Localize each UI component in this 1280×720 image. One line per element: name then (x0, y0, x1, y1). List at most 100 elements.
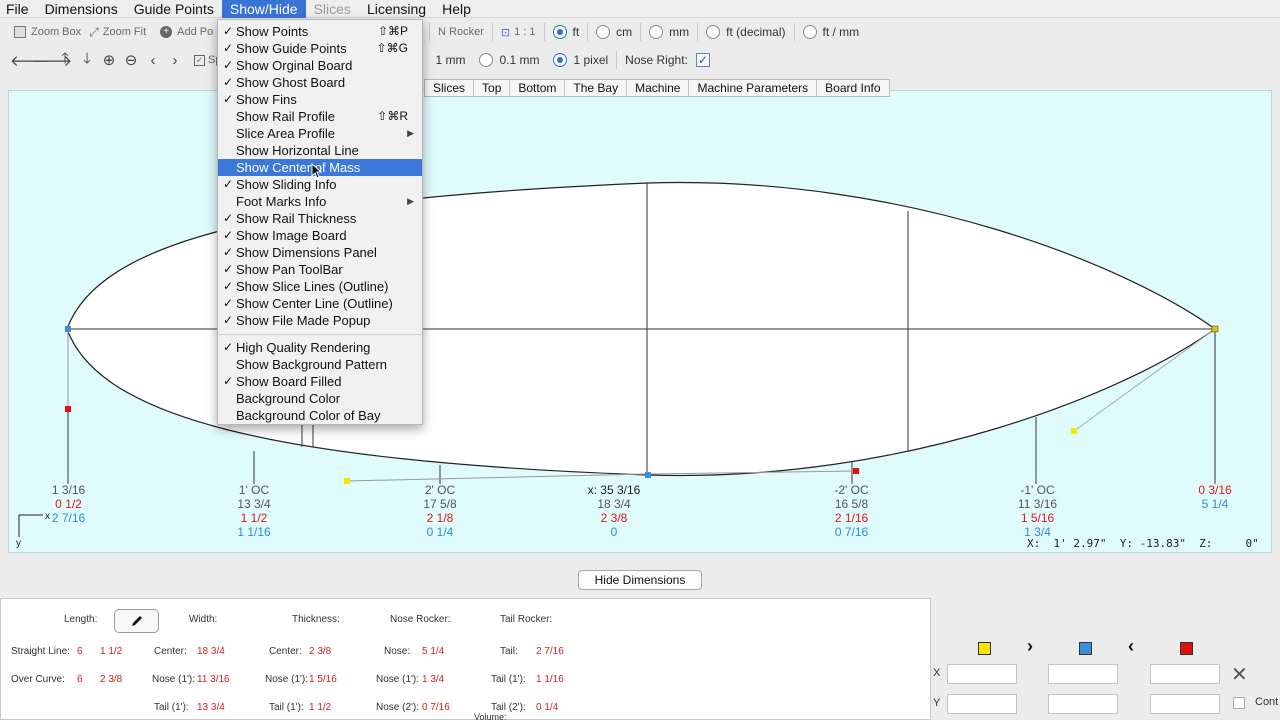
checkmark-icon: ✓ (223, 24, 234, 38)
edit-length-button[interactable] (114, 609, 159, 633)
pan-right-icon[interactable]: 🡒 (32, 51, 72, 70)
radio-selected-icon (552, 25, 567, 39)
measurement-red: 1 1/2 (240, 511, 268, 525)
menu-file[interactable]: File (0, 0, 37, 18)
hide-dimensions-button[interactable]: Hide Dimensions (578, 570, 702, 590)
pan-down-icon[interactable]: 🡓 (76, 48, 98, 73)
pan-left-icon[interactable]: 🡐 (10, 51, 50, 70)
measurement-red: 2 1/16 (834, 511, 869, 525)
menu-item-show-background-pattern[interactable]: Show Background Pattern (218, 356, 422, 373)
straight-line-in: 1 1/2 (100, 646, 123, 657)
unit-ft-radio[interactable]: ft (549, 21, 584, 43)
unit-ft-mm-radio[interactable]: ft / mm (799, 21, 864, 43)
add-point-button[interactable]: + Add Po (156, 21, 217, 43)
menu-item-background-color-of-bay[interactable]: Background Color of Bay (218, 407, 422, 424)
menu-item-foot-marks-info[interactable]: Foot Marks Info ▶ (218, 193, 422, 210)
cont-checkbox[interactable] (1233, 697, 1245, 709)
menu-dimensions[interactable]: Dimensions (37, 0, 126, 18)
zoom-box-button[interactable]: Zoom Box (10, 21, 85, 43)
menu-item-show-guide-points[interactable]: ✓ Show Guide Points ⇧⌘G (218, 40, 422, 57)
unit-cm-radio[interactable]: cm (592, 21, 636, 43)
menu-item-label: Show Board Filled (236, 374, 342, 389)
board-canvas[interactable]: x y 1 3/16 0 1/2 2 7/16 1' OC 13 3/4 1 1… (8, 90, 1272, 553)
menu-slices[interactable]: Slices (306, 0, 359, 18)
checkmark-icon: ✓ (223, 92, 234, 106)
pan-up-icon[interactable]: 🡑 (54, 48, 76, 73)
toolbar-separator (543, 23, 545, 41)
nose-right-checkbox[interactable]: ✓ (692, 49, 714, 71)
measurement-blue: 0 (610, 525, 618, 539)
menu-guide-points[interactable]: Guide Points (126, 0, 222, 18)
tail-rocker-2ft-value: 0 1/4 (536, 702, 559, 713)
menu-show-hide[interactable]: Show/Hide (221, 0, 306, 18)
control-point-yellow[interactable] (344, 478, 350, 484)
menu-item-show-file-made-popup[interactable]: ✓ Show File Made Popup (218, 312, 422, 329)
nose-rocker-2ft-value: 0 7/16 (422, 702, 450, 713)
control-point-red[interactable] (853, 468, 859, 474)
chevron-right-icon[interactable]: › (164, 52, 186, 69)
precision-1mm-radio[interactable]: 1 mm (431, 49, 469, 71)
measurement-width: 17 5/8 (423, 497, 457, 511)
control-point-blue[interactable] (65, 326, 71, 332)
blue-point-icon[interactable] (1079, 642, 1092, 655)
menu-item-show-dimensions-panel[interactable]: ✓ Show Dimensions Panel (218, 244, 422, 261)
tab-machine[interactable]: Machine (627, 80, 690, 96)
menu-item-show-horizontal-line[interactable]: Show Horizontal Line (218, 142, 422, 159)
x-input-3[interactable] (1150, 664, 1220, 684)
menu-item-label: Show Dimensions Panel (236, 245, 377, 260)
control-point-blue[interactable] (645, 472, 651, 478)
precision-0-1mm-radio[interactable]: 0.1 mm (475, 49, 543, 71)
menu-help[interactable]: Help (434, 0, 479, 18)
zoom-out-icon[interactable]: ⊖ (120, 51, 142, 69)
zoom-fit-button[interactable]: ⤢ Zoom Fit (85, 21, 150, 43)
precision-label: 0.1 mm (499, 53, 540, 67)
menu-item-show-orginal-board[interactable]: ✓ Show Orginal Board (218, 57, 422, 74)
menu-item-label: Slice Area Profile (236, 126, 335, 141)
menu-item-show-pan-toolbar[interactable]: ✓ Show Pan ToolBar (218, 261, 422, 278)
close-icon[interactable]: ✕ (1231, 662, 1248, 687)
control-point-red[interactable] (65, 406, 71, 412)
unit-ft-decimal-radio[interactable]: ft (decimal) (702, 21, 789, 43)
tab-the-bay[interactable]: The Bay (565, 80, 628, 96)
menu-item-show-center-line-outline[interactable]: ✓ Show Center Line (Outline) (218, 295, 422, 312)
x-input-2[interactable] (1048, 664, 1118, 684)
menu-shortcut: ⇧⌘G (376, 41, 408, 55)
red-point-icon[interactable] (1180, 642, 1193, 655)
menu-item-show-rail-thickness[interactable]: ✓ Show Rail Thickness (218, 210, 422, 227)
x-input-1[interactable] (947, 664, 1017, 684)
tab-top[interactable]: Top (474, 80, 511, 96)
zoom-fit-label: Zoom Fit (102, 26, 147, 38)
control-point-yellow[interactable] (1211, 325, 1219, 333)
control-point-yellow[interactable] (1071, 428, 1077, 434)
menu-item-show-rail-profile[interactable]: Show Rail Profile ⇧⌘R (218, 108, 422, 125)
menu-item-high-quality-rendering[interactable]: ✓ High Quality Rendering (218, 339, 422, 356)
menu-item-slice-area-profile[interactable]: Slice Area Profile ▶ (218, 125, 422, 142)
y-input-2[interactable] (1048, 694, 1118, 714)
menu-item-show-slice-lines-outline[interactable]: ✓ Show Slice Lines (Outline) (218, 278, 422, 295)
unit-mm-radio[interactable]: mm (645, 21, 693, 43)
nose-rocker-button[interactable]: N Rocker (434, 21, 488, 43)
zoom-in-icon[interactable]: ⊕ (98, 51, 120, 69)
menu-item-show-image-board[interactable]: ✓ Show Image Board (218, 227, 422, 244)
tab-bottom[interactable]: Bottom (510, 80, 566, 96)
menu-item-show-board-filled[interactable]: ✓ Show Board Filled (218, 373, 422, 390)
menu-item-background-color[interactable]: Background Color (218, 390, 422, 407)
menu-item-show-points[interactable]: ✓ Show Points ⇧⌘P (218, 23, 422, 40)
y-input-3[interactable] (1150, 694, 1220, 714)
yellow-point-icon[interactable] (978, 642, 991, 655)
menu-item-show-fins[interactable]: ✓ Show Fins (218, 91, 422, 108)
tab-machine-parameters[interactable]: Machine Parameters (689, 80, 818, 96)
chevron-left-icon[interactable]: ‹ (142, 52, 164, 69)
chevron-left-icon[interactable]: ‹ (1128, 636, 1134, 657)
tab-slices[interactable]: Slices (425, 80, 475, 96)
scale-button[interactable]: ⊡ 1 : 1 (497, 21, 540, 43)
nose-rocker-nose-label: Nose: (384, 646, 411, 657)
y-input-1[interactable] (947, 694, 1017, 714)
tab-board-info[interactable]: Board Info (817, 80, 888, 96)
menu-item-label: Show File Made Popup (236, 313, 371, 328)
precision-1pixel-radio[interactable]: 1 pixel (549, 49, 612, 71)
measurement-width: 18 3/4 (597, 497, 631, 511)
menu-licensing[interactable]: Licensing (359, 0, 434, 18)
menu-item-show-ghost-board[interactable]: ✓ Show Ghost Board (218, 74, 422, 91)
chevron-right-icon[interactable]: › (1027, 636, 1033, 657)
